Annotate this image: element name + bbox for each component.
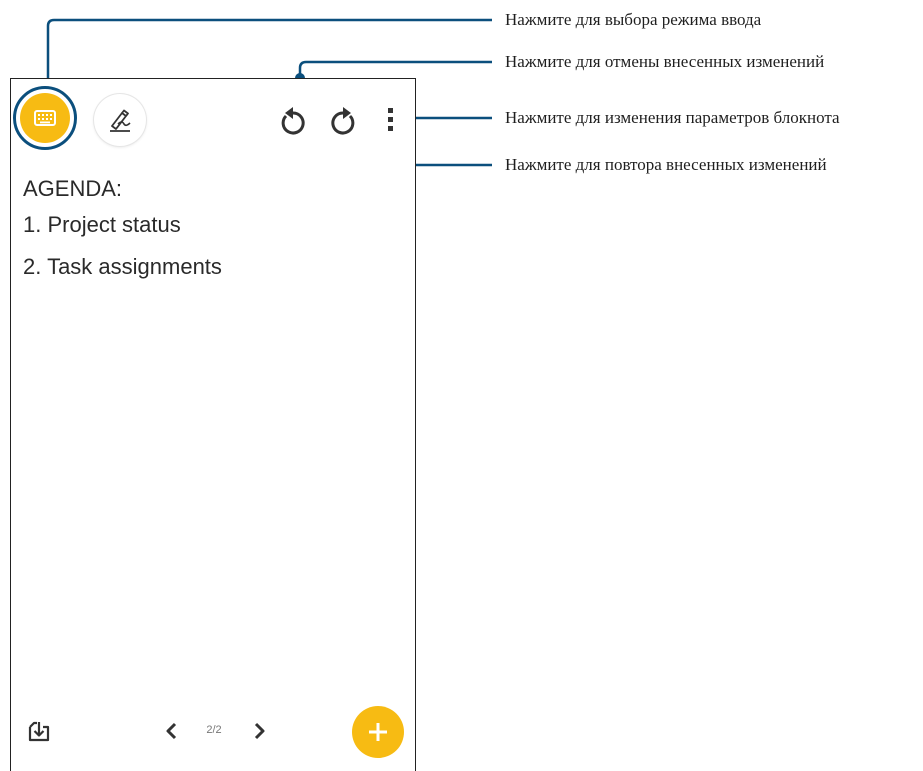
callout-input-mode: Нажмите для выбора режима ввода: [505, 10, 762, 29]
leader-input-mode: [46, 18, 492, 86]
add-page-button[interactable]: [352, 706, 404, 758]
chevron-left-icon[interactable]: [154, 713, 190, 749]
chevron-right-icon[interactable]: [241, 713, 277, 749]
note-line: 2. Task assignments: [23, 254, 222, 279]
import-icon[interactable]: [21, 713, 57, 749]
pen-icon: [110, 109, 131, 132]
callout-undo: Нажмите для отмены внесенных изменений: [505, 52, 825, 71]
page-indicator: 2/2: [206, 724, 222, 736]
input-mode-button-fill: [20, 93, 70, 143]
plus-icon: [369, 723, 387, 741]
redo-icon[interactable]: [325, 104, 361, 140]
handwriting-mode-button[interactable]: [94, 94, 146, 146]
undo-icon[interactable]: [275, 104, 311, 140]
leader-undo: [298, 60, 492, 78]
keyboard-icon: [34, 110, 56, 126]
callout-settings: Нажмите для изменения параметров блокнот…: [505, 108, 840, 127]
input-mode-button[interactable]: [13, 86, 77, 150]
notepad-screen: AGENDA: 1. Project status 2. Task assign…: [10, 78, 416, 771]
callout-redo: Нажмите для повтора внесенных изменений: [505, 155, 827, 174]
note-line: 1. Project status: [23, 212, 181, 237]
note-line: AGENDA:: [23, 176, 123, 201]
more-vertical-icon[interactable]: [373, 101, 409, 137]
